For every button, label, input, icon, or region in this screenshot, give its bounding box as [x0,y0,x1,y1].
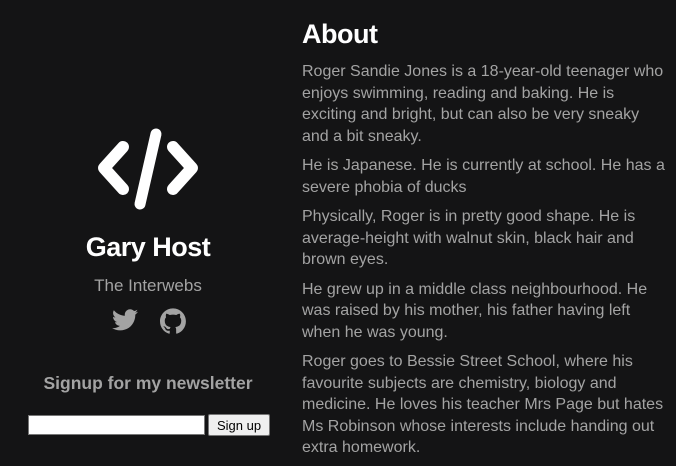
profile-name: Gary Host [85,232,211,262]
code-icon [98,128,198,210]
about-paragraph: He is Japanese. He is currently at schoo… [302,157,665,196]
about-section: About Roger Sandie Jones is a 18-year-ol… [302,18,668,466]
twitter-icon[interactable] [112,308,138,332]
signup-button[interactable]: Sign up [208,414,270,436]
newsletter-title: Signup for my newsletter [43,373,253,393]
social-links [112,308,192,334]
page: Gary Host The Interwebs Signup for my ne… [0,0,676,466]
profile-location: The Interwebs [94,276,202,295]
about-paragraph: Physically, Roger is in pretty good shap… [302,208,636,268]
about-paragraph: He grew up in a middle class neighbourho… [302,280,648,341]
newsletter-form: Sign up [28,414,273,436]
about-paragraph: Roger goes to Bessie Street School, wher… [302,353,664,456]
sidebar: Gary Host The Interwebs Signup for my ne… [0,0,296,466]
page-title: About [302,19,378,49]
github-icon[interactable] [160,308,186,334]
newsletter-email-input[interactable] [28,415,205,435]
about-paragraph: Roger Sandie Jones is a 18-year-old teen… [302,63,664,145]
